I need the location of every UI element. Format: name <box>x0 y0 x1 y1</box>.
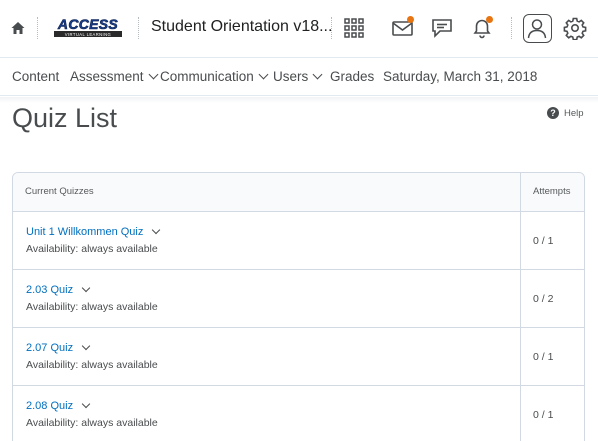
help-link[interactable]: ? Help <box>547 107 584 119</box>
column-header-quizzes: Current Quizzes <box>25 186 94 197</box>
chevron-down-icon <box>148 69 158 80</box>
access-logo[interactable]: ACCESS VIRTUAL LEARNING <box>52 16 124 38</box>
quiz-attempts: 0 / 1 <box>533 409 554 421</box>
divider <box>511 17 512 39</box>
profile-icon <box>527 19 547 39</box>
chevron-down-icon[interactable] <box>81 283 91 293</box>
profile-button[interactable] <box>523 14 552 43</box>
notification-dot <box>407 16 414 23</box>
table-row: 2.08 Quiz Availability: always available… <box>13 386 584 441</box>
page-title: Quiz List <box>12 103 118 133</box>
nav-users[interactable]: Users <box>273 69 323 84</box>
svg-text:VIRTUAL LEARNING: VIRTUAL LEARNING <box>65 32 111 37</box>
chevron-down-icon[interactable] <box>81 341 91 351</box>
quiz-attempts: 0 / 2 <box>533 293 554 305</box>
nav-communication[interactable]: Communication <box>160 69 269 84</box>
column-header-attempts: Attempts <box>533 186 571 197</box>
quiz-link[interactable]: 2.07 Quiz <box>26 341 91 354</box>
gear-icon[interactable] <box>563 16 587 40</box>
column-divider <box>520 173 521 441</box>
nav-assessment[interactable]: Assessment <box>70 69 158 84</box>
quiz-attempts: 0 / 1 <box>533 351 554 363</box>
chevron-down-icon <box>258 69 269 80</box>
quiz-name: 2.07 Quiz <box>26 342 74 354</box>
quiz-attempts: 0 / 1 <box>533 235 554 247</box>
help-icon: ? <box>547 107 559 119</box>
course-navbar: Content Assessment Communication Users G… <box>0 58 598 96</box>
quiz-name: 2.08 Quiz <box>26 400 74 412</box>
table-row: Unit 1 Willkommen Quiz Availability: alw… <box>13 212 584 270</box>
table-row: 2.03 Quiz Availability: always available… <box>13 270 584 328</box>
home-icon[interactable] <box>10 20 26 36</box>
help-label: Help <box>564 107 584 119</box>
quiz-link[interactable]: Unit 1 Willkommen Quiz <box>26 225 161 238</box>
nav-communication-label: Communication <box>160 69 254 84</box>
divider <box>37 17 38 39</box>
table-row: 2.07 Quiz Availability: always available… <box>13 328 584 386</box>
nav-users-label: Users <box>273 69 309 84</box>
divider <box>331 17 332 39</box>
quiz-availability: Availability: always available <box>26 359 158 371</box>
quiz-link[interactable]: 2.03 Quiz <box>26 283 91 296</box>
chevron-down-icon <box>312 69 323 80</box>
svg-text:ACCESS: ACCESS <box>57 16 119 32</box>
quiz-availability: Availability: always available <box>26 417 158 429</box>
nav-date: Saturday, March 31, 2018 <box>383 69 538 84</box>
quiz-name: 2.03 Quiz <box>26 284 74 296</box>
chevron-down-icon[interactable] <box>152 225 161 235</box>
nav-grades[interactable]: Grades <box>330 69 374 84</box>
nav-assessment-label: Assessment <box>70 69 144 84</box>
quiz-link[interactable]: 2.08 Quiz <box>26 399 91 412</box>
table-header: Current Quizzes Attempts <box>13 173 584 212</box>
quiz-availability: Availability: always available <box>26 301 158 313</box>
quiz-name: Unit 1 Willkommen Quiz <box>26 226 144 238</box>
nav-content-label: Content <box>12 69 60 84</box>
divider <box>138 17 139 39</box>
nav-grades-label: Grades <box>330 69 375 84</box>
course-title[interactable]: Student Orientation v18... <box>151 18 332 36</box>
notification-dot <box>486 16 493 23</box>
quiz-availability: Availability: always available <box>26 243 158 255</box>
chat-icon[interactable] <box>430 16 454 40</box>
top-bar: ACCESS VIRTUAL LEARNING Student Orientat… <box>0 0 598 58</box>
nav-content[interactable]: Content <box>12 69 59 84</box>
quiz-table: Current Quizzes Attempts Unit 1 Willkomm… <box>12 172 585 441</box>
chevron-down-icon[interactable] <box>81 399 91 409</box>
grid-icon[interactable] <box>342 16 366 40</box>
